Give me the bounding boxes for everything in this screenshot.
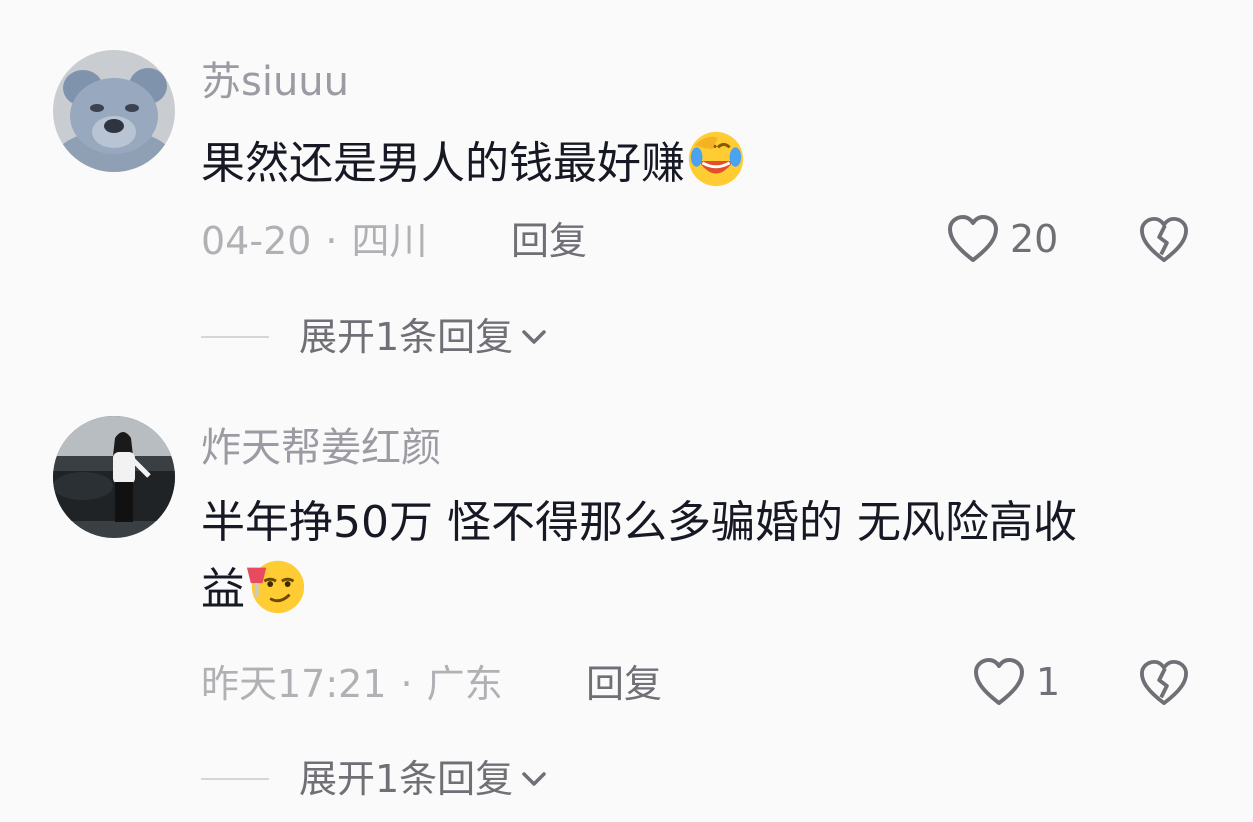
comment-text-line: 半年挣50万 怪不得那么多骗婚的 无风险高收 bbox=[201, 497, 1077, 548]
divider bbox=[201, 336, 269, 338]
heart-outline-icon bbox=[974, 658, 1024, 705]
comment-meta: 04-20 · 四川 bbox=[201, 222, 428, 260]
expand-replies[interactable]: 展开1条回复 bbox=[201, 318, 549, 356]
expand-replies-label: 展开1条回复 bbox=[299, 315, 514, 359]
smirk-wine-emoji-icon bbox=[246, 560, 305, 614]
chevron-down-icon bbox=[522, 330, 546, 344]
avatar[interactable] bbox=[53, 50, 175, 172]
comment-text-content: 益 bbox=[201, 564, 245, 615]
comment-text: 半年挣50万 怪不得那么多骗婚的 无风险高收 益 bbox=[201, 492, 1211, 621]
like-button[interactable]: 1 bbox=[972, 657, 1060, 707]
expand-replies[interactable]: 展开1条回复 bbox=[201, 760, 549, 798]
reply-button[interactable]: 回复 bbox=[511, 222, 587, 260]
broken-heart-icon[interactable] bbox=[1138, 216, 1190, 264]
crying-laughing-emoji-icon bbox=[688, 131, 744, 187]
chevron-down-icon bbox=[522, 772, 546, 786]
comment-date: 昨天17:21 bbox=[201, 662, 387, 706]
comment-location: 四川 bbox=[351, 219, 428, 263]
comment-meta: 昨天17:21 · 广东 bbox=[201, 665, 503, 703]
divider bbox=[201, 778, 269, 780]
avatar[interactable] bbox=[53, 416, 175, 538]
broken-heart-icon[interactable] bbox=[1138, 659, 1190, 707]
username[interactable]: 炸天帮姜红颜 bbox=[201, 428, 441, 468]
avatar-plush-bear-image bbox=[53, 50, 175, 172]
comment-date: 04-20 bbox=[201, 219, 312, 263]
comment-text: 果然还是男人的钱最好赚 bbox=[201, 128, 1211, 195]
like-button[interactable]: 20 bbox=[946, 214, 1058, 264]
comment-location: 广东 bbox=[426, 662, 503, 706]
heart-outline-icon bbox=[948, 215, 998, 262]
avatar-person-image bbox=[53, 416, 175, 538]
like-count: 1 bbox=[1036, 660, 1061, 704]
reply-button[interactable]: 回复 bbox=[586, 665, 662, 703]
separator-dot: · bbox=[325, 219, 338, 263]
expand-replies-label: 展开1条回复 bbox=[299, 757, 514, 801]
comment-text-content: 果然还是男人的钱最好赚 bbox=[201, 138, 685, 189]
comment-text-line-2: 益 bbox=[201, 554, 1211, 621]
like-count: 20 bbox=[1010, 217, 1059, 261]
username[interactable]: 苏siuuu bbox=[201, 62, 349, 102]
separator-dot: · bbox=[400, 662, 413, 706]
